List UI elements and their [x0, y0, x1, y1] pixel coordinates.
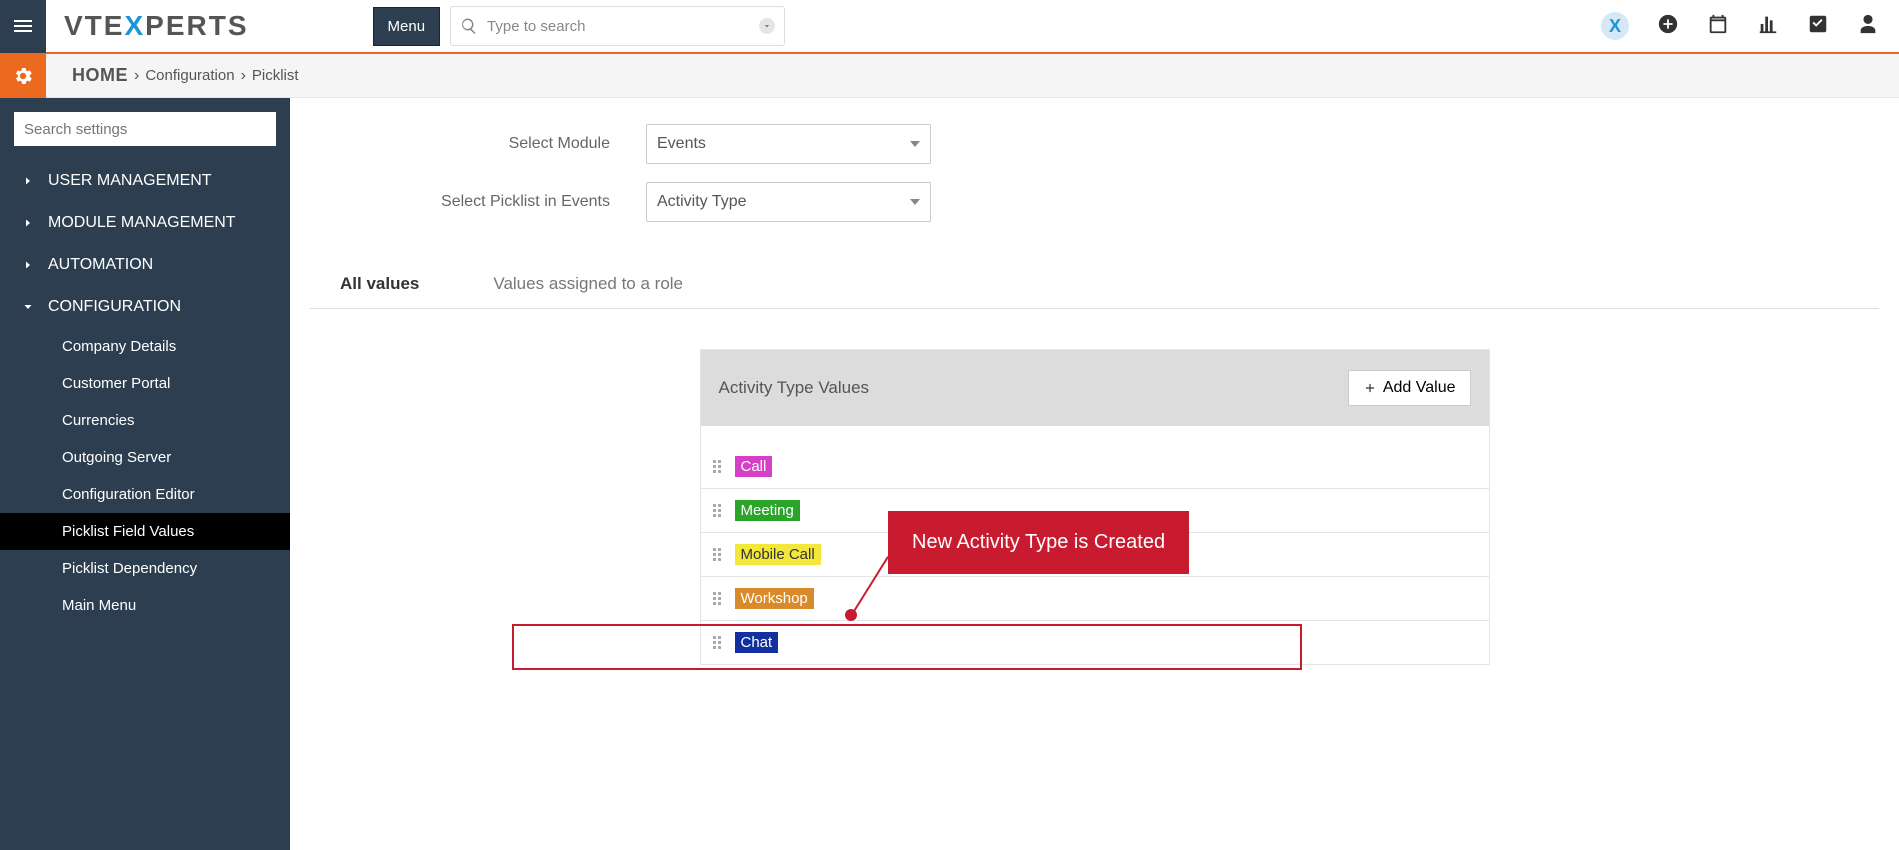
- sidebar: USER MANAGEMENT MODULE MANAGEMENT AUTOMA…: [0, 98, 290, 850]
- caret-down-icon: [910, 199, 920, 205]
- chevron-right-icon: ›: [241, 67, 246, 85]
- select-picklist-label: Select Picklist in Events: [310, 193, 610, 211]
- search-dropdown-toggle[interactable]: [759, 18, 775, 34]
- sidebar-item-configuration-editor[interactable]: Configuration Editor: [0, 476, 290, 513]
- sidebar-section-label: USER MANAGEMENT: [48, 172, 212, 190]
- reports-icon[interactable]: [1757, 13, 1779, 40]
- chevron-right-icon: [22, 259, 34, 271]
- chevron-down-icon: [22, 301, 34, 313]
- hamburger-button[interactable]: [0, 0, 46, 53]
- annotation-callout: New Activity Type is Created: [888, 511, 1189, 574]
- sidebar-item-main-menu[interactable]: Main Menu: [0, 587, 290, 624]
- chevron-right-icon: [22, 175, 34, 187]
- drag-handle-icon[interactable]: [713, 460, 725, 473]
- breadcrumb-item[interactable]: Configuration: [145, 67, 234, 84]
- subbar: HOME › Configuration › Picklist: [0, 54, 1899, 98]
- sidebar-item-currencies[interactable]: Currencies: [0, 402, 290, 439]
- caret-down-icon: [910, 141, 920, 147]
- sidebar-section-label: MODULE MANAGEMENT: [48, 214, 236, 232]
- sidebar-section-label: CONFIGURATION: [48, 298, 181, 316]
- calendar-icon[interactable]: [1707, 13, 1729, 40]
- hamburger-icon: [11, 14, 35, 38]
- chevron-right-icon: [22, 217, 34, 229]
- select-picklist-dropdown[interactable]: Activity Type: [646, 182, 931, 222]
- user-icon[interactable]: [1857, 13, 1879, 40]
- sidebar-search-input[interactable]: [14, 112, 276, 146]
- add-value-button[interactable]: Add Value: [1348, 370, 1471, 406]
- add-icon[interactable]: [1657, 13, 1679, 40]
- top-icons: X: [1601, 12, 1899, 40]
- menu-button[interactable]: Menu: [373, 7, 441, 46]
- global-search: [450, 6, 785, 46]
- drag-handle-icon[interactable]: [713, 592, 725, 605]
- breadcrumb-item[interactable]: Picklist: [252, 67, 299, 84]
- select-module-value: Events: [657, 135, 706, 153]
- settings-gear-button[interactable]: [0, 54, 46, 98]
- picklist-value-tag: Chat: [735, 632, 779, 653]
- picklist-value-tag: Call: [735, 456, 773, 477]
- select-module-dropdown[interactable]: Events: [646, 124, 931, 164]
- picklist-value-row[interactable]: Chat: [701, 620, 1489, 664]
- values-panel: Activity Type Values Add Value Call Meeti…: [700, 349, 1490, 665]
- picklist-value-tag: Meeting: [735, 500, 800, 521]
- sidebar-section-label: AUTOMATION: [48, 256, 153, 274]
- add-value-label: Add Value: [1383, 379, 1456, 397]
- drag-handle-icon[interactable]: [713, 504, 725, 517]
- tab-all-values[interactable]: All values: [340, 274, 419, 308]
- picklist-value-tag: Workshop: [735, 588, 814, 609]
- topbar: VTEXPERTS Menu X: [0, 0, 1899, 54]
- sidebar-item-picklist-field-values[interactable]: Picklist Field Values: [0, 513, 290, 550]
- tabs: All values Values assigned to a role: [310, 274, 1879, 309]
- breadcrumb: HOME › Configuration › Picklist: [46, 65, 299, 86]
- breadcrumb-home[interactable]: HOME: [72, 65, 128, 86]
- sidebar-item-company-details[interactable]: Company Details: [0, 328, 290, 365]
- app-badge-icon[interactable]: X: [1601, 12, 1629, 40]
- sidebar-section-automation[interactable]: AUTOMATION: [0, 244, 290, 286]
- sidebar-item-customer-portal[interactable]: Customer Portal: [0, 365, 290, 402]
- select-module-label: Select Module: [310, 135, 610, 153]
- sidebar-section-configuration[interactable]: CONFIGURATION: [0, 286, 290, 328]
- drag-handle-icon[interactable]: [713, 548, 725, 561]
- content: Select Module Events Select Picklist in …: [290, 98, 1899, 850]
- sidebar-item-outgoing-server[interactable]: Outgoing Server: [0, 439, 290, 476]
- chevron-right-icon: ›: [134, 67, 139, 85]
- tasks-icon[interactable]: [1807, 13, 1829, 40]
- tab-role-values[interactable]: Values assigned to a role: [493, 274, 683, 308]
- plus-icon: [1363, 381, 1377, 395]
- gear-icon: [12, 65, 34, 87]
- sidebar-section-module-management[interactable]: MODULE MANAGEMENT: [0, 202, 290, 244]
- select-picklist-value: Activity Type: [657, 193, 747, 211]
- search-input[interactable]: [450, 6, 785, 46]
- sidebar-item-picklist-dependency[interactable]: Picklist Dependency: [0, 550, 290, 587]
- sidebar-section-user-management[interactable]: USER MANAGEMENT: [0, 160, 290, 202]
- values-panel-title: Activity Type Values: [719, 378, 870, 398]
- drag-handle-icon[interactable]: [713, 636, 725, 649]
- annotation-text: New Activity Type is Created: [912, 531, 1165, 553]
- picklist-value-row[interactable]: Call: [701, 444, 1489, 488]
- picklist-value-tag: Mobile Call: [735, 544, 821, 565]
- search-icon: [460, 17, 478, 35]
- chevron-down-icon: [762, 21, 772, 31]
- logo: VTEXPERTS: [46, 10, 267, 42]
- picklist-value-row[interactable]: Workshop: [701, 576, 1489, 620]
